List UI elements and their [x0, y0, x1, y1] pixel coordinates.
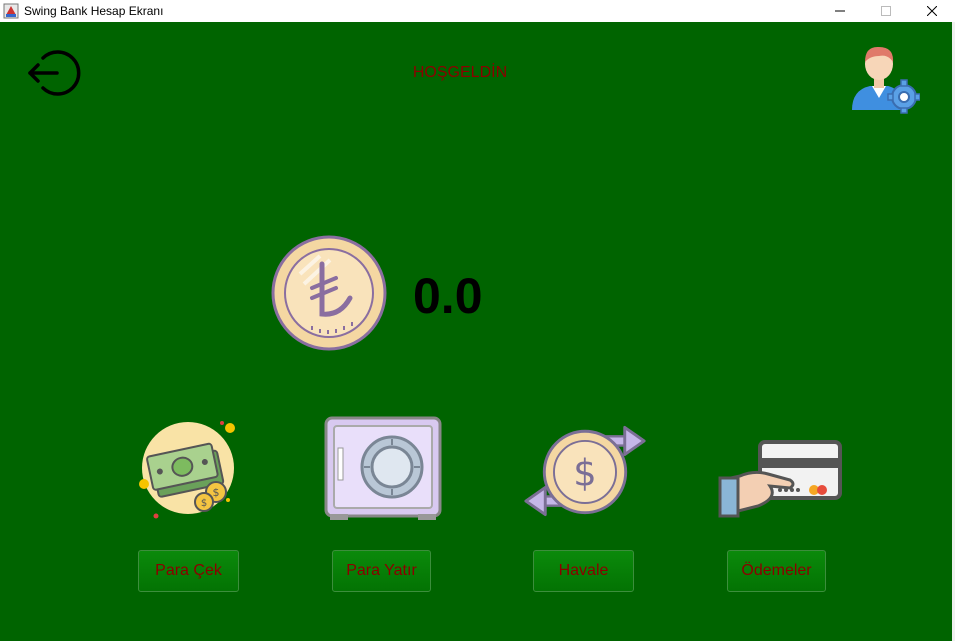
- welcome-label: HOŞGELDİN: [412, 64, 508, 81]
- card-payment-icon[interactable]: [718, 414, 844, 540]
- balance-amount: 0.0: [413, 268, 483, 324]
- window-title: Swing Bank Hesap Ekranı: [24, 4, 164, 18]
- svg-text:$: $: [573, 452, 596, 495]
- payments-button[interactable]: Ödemeler: [727, 550, 826, 592]
- transfer-button[interactable]: Havale: [533, 550, 634, 592]
- maximize-icon: [881, 6, 891, 16]
- java-app-icon: [3, 3, 19, 19]
- cash-withdraw-icon[interactable]: $ $: [136, 414, 262, 540]
- svg-text:$: $: [201, 498, 207, 509]
- window-titlebar: Swing Bank Hesap Ekranı: [0, 0, 955, 22]
- safe-deposit-icon[interactable]: [320, 414, 446, 540]
- maximize-button[interactable]: [863, 0, 909, 22]
- close-button[interactable]: [909, 0, 955, 22]
- withdraw-button[interactable]: Para Çek: [138, 550, 239, 592]
- deposit-button[interactable]: Para Yatır: [332, 550, 431, 592]
- minimize-icon: [835, 10, 845, 12]
- svg-text:$: $: [213, 486, 220, 499]
- logout-icon[interactable]: [27, 46, 81, 100]
- lira-coin-icon: [271, 235, 387, 351]
- account-panel: HOŞGELDİN 0.0 $ $ $ Para Çek Para Yatır …: [0, 22, 952, 641]
- close-icon: [927, 6, 937, 16]
- minimize-button[interactable]: [817, 0, 863, 22]
- user-settings-icon[interactable]: [848, 42, 920, 114]
- transfer-icon[interactable]: $: [522, 408, 648, 534]
